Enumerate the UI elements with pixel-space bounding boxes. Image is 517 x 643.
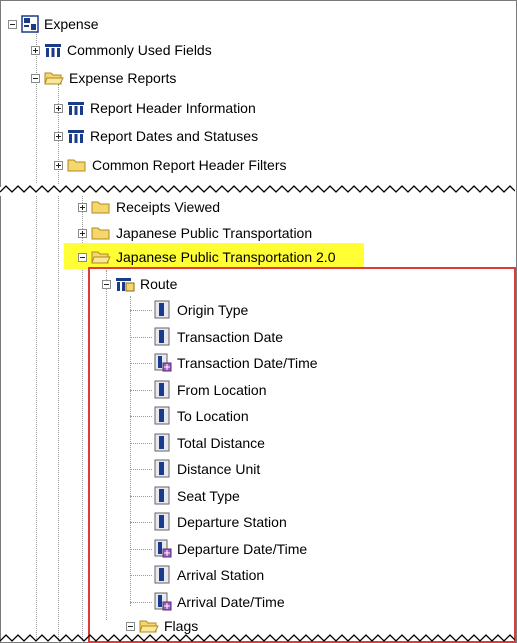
collapse-icon[interactable] <box>78 252 87 262</box>
field-table-icon <box>68 102 84 115</box>
tree-node-label: Total Distance <box>177 434 265 451</box>
tree-node-label: Report Dates and Statuses <box>90 128 259 144</box>
tree-connector <box>130 442 152 444</box>
date-time-icon <box>154 353 172 372</box>
data-source-icon <box>21 15 39 33</box>
tree-node-label: Departure Date/Time <box>177 540 308 557</box>
tree-connector <box>130 601 152 603</box>
expand-icon[interactable] <box>54 103 63 113</box>
tree-node-field[interactable]: Departure Station <box>130 510 287 534</box>
tree-node-label: Distance Unit <box>177 461 261 477</box>
tree-connector <box>36 196 37 643</box>
tree-connector <box>130 522 152 523</box>
tree-node-report-dates-and-statuses[interactable]: Report Dates and Statuses <box>54 124 258 148</box>
expand-icon[interactable] <box>31 45 40 55</box>
expand-icon[interactable] <box>78 202 87 212</box>
tree-node-label: To Location <box>177 408 249 424</box>
field-table-icon <box>45 44 61 57</box>
tree-node-field[interactable]: Distance Unit <box>130 457 261 481</box>
query-subject-icon <box>116 278 135 292</box>
collapse-icon[interactable] <box>8 19 17 29</box>
tree-node-label: Arrival Station <box>177 567 265 583</box>
tree-node-field[interactable]: Origin Type <box>130 298 249 322</box>
tree-node-label: Receipts Viewed <box>116 199 221 215</box>
tree-node-report-header-information[interactable]: Report Header Information <box>54 96 256 120</box>
folder-icon <box>91 227 110 240</box>
tree-node-japanese-public-transportation[interactable]: Japanese Public Transportation <box>78 221 312 245</box>
tree-connector <box>130 469 152 470</box>
tree-node-field[interactable]: From Location <box>130 378 267 402</box>
attribute-icon <box>154 459 170 478</box>
date-time-icon <box>154 592 172 610</box>
attribute-icon <box>154 327 170 345</box>
tree-node-label: Japanese Public Transportation <box>116 225 313 241</box>
field-table-icon <box>68 130 84 143</box>
collapse-icon[interactable] <box>102 279 111 289</box>
expand-icon[interactable] <box>54 131 63 141</box>
folder-icon <box>67 159 86 172</box>
torn-edge-divider <box>0 634 515 642</box>
tree-node-label: Report Header Information <box>90 100 256 116</box>
tree-connector <box>130 336 152 338</box>
folder-open-icon <box>91 251 111 264</box>
collapse-icon[interactable] <box>126 621 135 631</box>
tree-node-label: Common Report Header Filters <box>92 157 287 173</box>
tree-node-expense[interactable]: Expense <box>8 12 98 36</box>
tree-node-field[interactable]: Seat Type <box>130 484 240 508</box>
tree-node-label: Transaction Date <box>177 328 284 345</box>
tree-node-japanese-public-transportation-2[interactable]: Japanese Public Transportation 2.0 <box>78 245 335 269</box>
folder-open-icon <box>44 72 64 85</box>
attribute-icon <box>154 486 170 504</box>
tree-node-label: From Location <box>177 381 267 398</box>
tree-node-field[interactable]: Arrival Station <box>130 563 265 587</box>
attribute-icon <box>154 300 170 319</box>
tree-connector <box>130 363 152 364</box>
tree-connector <box>130 495 152 497</box>
tree-node-field[interactable]: Total Distance <box>130 431 265 455</box>
attribute-icon <box>154 380 170 398</box>
tree-node-label: Commonly Used Fields <box>67 42 212 58</box>
attribute-icon <box>154 406 170 425</box>
tree-node-field[interactable]: Transaction Date/Time <box>130 351 318 375</box>
expand-icon[interactable] <box>54 160 63 170</box>
tree-connector <box>130 416 152 417</box>
tree-node-field[interactable]: Departure Date/Time <box>130 537 308 561</box>
tree-node-label: Departure Station <box>177 514 287 530</box>
tree-connector <box>130 548 152 550</box>
tree-connector <box>130 389 152 391</box>
collapse-icon[interactable] <box>31 73 40 83</box>
torn-edge-divider <box>0 185 515 196</box>
tree-node-label: Transaction Date/Time <box>177 355 318 371</box>
expand-icon[interactable] <box>78 228 87 238</box>
tree-node-label: Seat Type <box>177 487 240 504</box>
tree-node-label: Route <box>140 276 178 292</box>
tree-node-commonly-used-fields[interactable]: Commonly Used Fields <box>31 38 212 62</box>
tree-node-route[interactable]: Route <box>102 272 177 296</box>
tree-node-label: Arrival Date/Time <box>177 593 285 610</box>
attribute-icon <box>154 433 170 451</box>
tree-node-common-report-header-filters[interactable]: Common Report Header Filters <box>54 153 287 177</box>
attribute-icon <box>154 512 170 531</box>
tree-node-label: Expense <box>44 16 99 32</box>
attribute-icon <box>154 565 170 584</box>
tree-node-label: Expense Reports <box>69 70 177 86</box>
tree-node-receipts-viewed[interactable]: Receipts Viewed <box>78 195 220 219</box>
folder-icon <box>91 201 110 214</box>
tree-connector <box>58 196 59 643</box>
date-time-icon <box>154 539 172 557</box>
tree-node-field[interactable]: Arrival Date/Time <box>130 590 285 614</box>
tree-node-field[interactable]: To Location <box>130 404 249 428</box>
tree-node-field[interactable]: Transaction Date <box>130 325 284 349</box>
tree-node-label: Origin Type <box>177 302 249 318</box>
tree-connector <box>130 310 152 311</box>
tree-node-expense-reports[interactable]: Expense Reports <box>31 66 176 90</box>
tree-connector <box>130 575 152 576</box>
tree-node-label: Japanese Public Transportation 2.0 <box>116 249 336 265</box>
